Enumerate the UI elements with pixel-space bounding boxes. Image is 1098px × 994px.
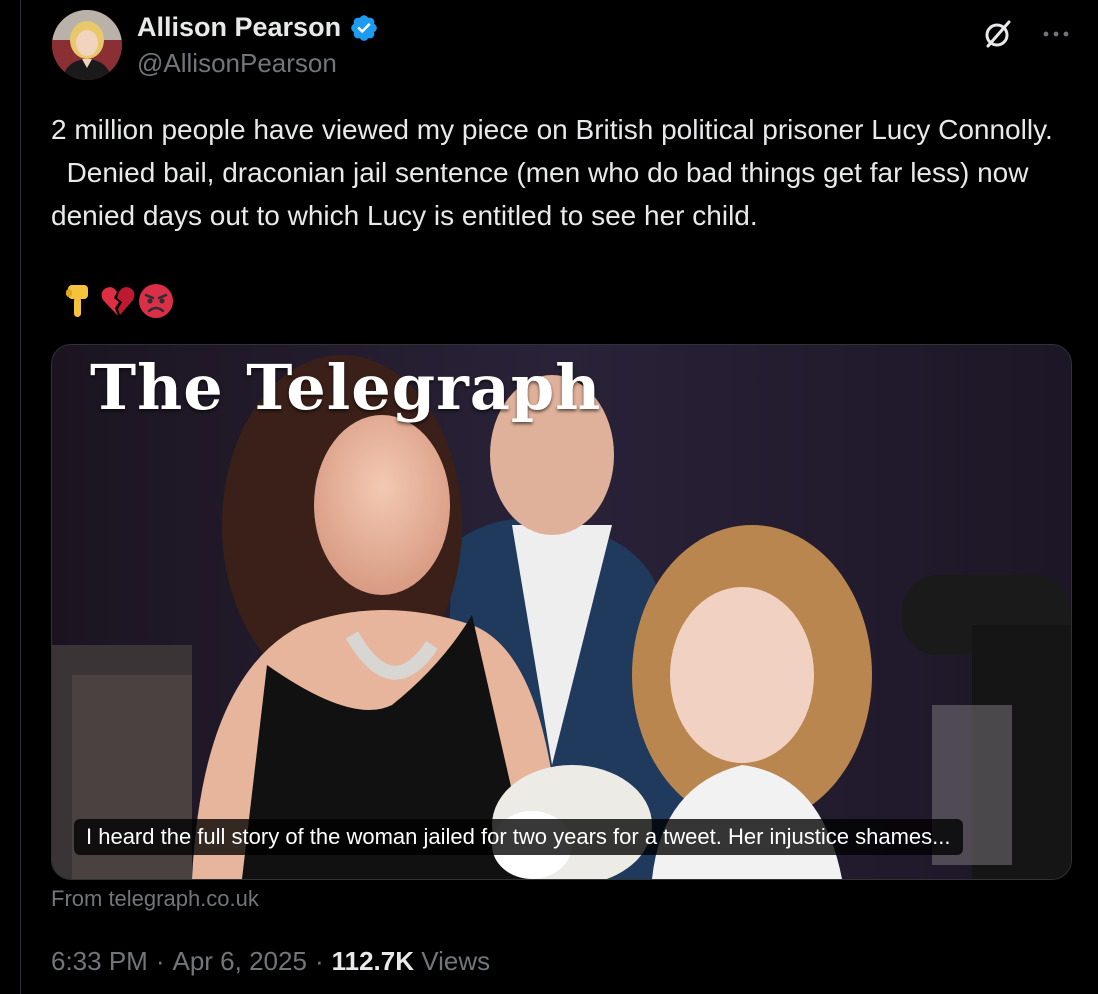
author-display-name[interactable]: Allison Pearson [137,12,341,43]
author-name-row[interactable]: Allison Pearson [137,12,379,43]
tweet-date[interactable]: Apr 6, 2025 [173,946,307,977]
meta-separator-2: · [314,946,324,976]
grok-icon [985,20,1011,48]
verified-badge-icon [349,13,379,43]
views-count: 112.7K [331,946,415,976]
grok-button[interactable] [980,16,1016,52]
more-options-button[interactable] [1038,16,1074,52]
pouting-face-icon [138,283,173,319]
telegraph-masthead-logo: The Telegraph [90,351,602,424]
article-photo [52,345,1071,879]
link-preview-card[interactable]: The Telegraph I heard the full story of … [51,344,1072,880]
tweet-text: 2 million people have viewed my piece on… [51,114,1053,231]
meta-separator-1: · [155,946,165,976]
views-label: Views [421,946,491,976]
link-source[interactable]: From telegraph.co.uk [51,886,259,912]
broken-heart-icon [100,283,135,319]
tweet-metadata: 6:33 PM · Apr 6, 2025 · 112.7K Views [51,946,490,977]
backhand-index-pointing-down-icon [62,283,94,319]
avatar[interactable] [52,10,122,80]
author-handle[interactable]: @AllisonPearson [137,48,337,79]
article-headline: I heard the full story of the woman jail… [74,819,963,855]
tweet-time[interactable]: 6:33 PM [51,946,148,977]
tweet-emoji-row [62,283,173,319]
more-icon [1043,31,1069,37]
thread-divider [20,0,21,994]
